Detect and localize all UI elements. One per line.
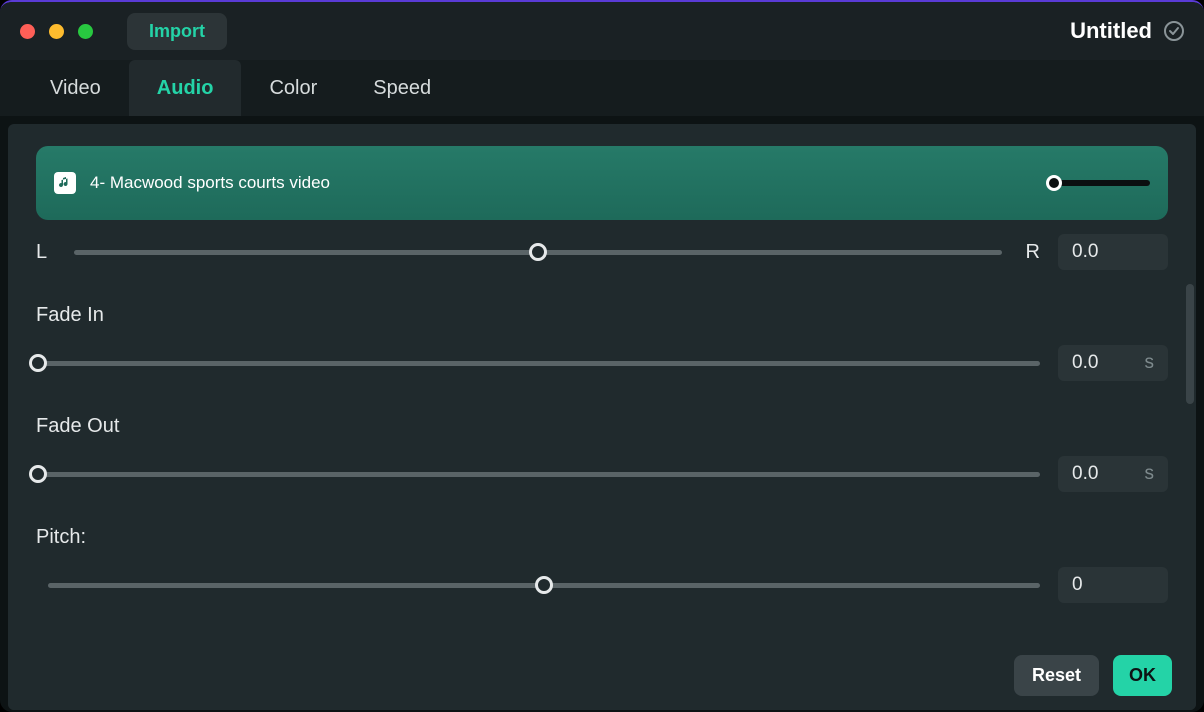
pitch-value: 0 xyxy=(1072,574,1083,596)
panel-footer: Reset OK xyxy=(8,640,1196,710)
minimize-window-button[interactable] xyxy=(49,24,64,39)
balance-value-field[interactable]: 0.0 xyxy=(1058,234,1168,270)
balance-row: L R 0.0 xyxy=(36,234,1168,270)
fade-in-label: Fade In xyxy=(36,304,1168,327)
titlebar: Import Untitled xyxy=(0,2,1204,60)
document-title: Untitled xyxy=(1070,18,1152,44)
fade-in-slider[interactable] xyxy=(38,361,1040,366)
close-window-button[interactable] xyxy=(20,24,35,39)
pitch-value-field[interactable]: 0 xyxy=(1058,567,1168,603)
reset-button[interactable]: Reset xyxy=(1014,655,1099,696)
balance-value: 0.0 xyxy=(1072,241,1098,263)
import-button[interactable]: Import xyxy=(127,13,227,50)
title-right: Untitled xyxy=(1070,18,1184,44)
tab-speed[interactable]: Speed xyxy=(345,60,459,116)
audio-panel: 4- Macwood sports courts video L R 0.0 F… xyxy=(8,124,1196,710)
music-icon xyxy=(54,172,76,194)
fullscreen-window-button[interactable] xyxy=(78,24,93,39)
pitch-label: Pitch: xyxy=(36,526,1168,549)
fade-in-unit: s xyxy=(1145,352,1155,374)
app-window: Import Untitled Video Audio Color Speed … xyxy=(0,0,1204,712)
fade-out-label: Fade Out xyxy=(36,415,1168,438)
fade-out-value-field[interactable]: 0.0 s xyxy=(1058,456,1168,492)
clip-volume-thumb[interactable] xyxy=(1046,175,1062,191)
window-controls xyxy=(20,24,93,39)
scrollbar-thumb[interactable] xyxy=(1186,284,1194,404)
saved-status-icon xyxy=(1164,21,1184,41)
balance-left-label: L xyxy=(36,241,56,264)
balance-slider-thumb[interactable] xyxy=(529,243,547,261)
audio-clip-card[interactable]: 4- Macwood sports courts video xyxy=(36,146,1168,220)
fade-out-slider[interactable] xyxy=(38,472,1040,477)
clip-volume-slider[interactable] xyxy=(1050,180,1150,186)
fade-out-value: 0.0 xyxy=(1072,463,1098,485)
tab-color[interactable]: Color xyxy=(241,60,345,116)
fade-in-row: 0.0 s xyxy=(36,345,1168,381)
audio-clip-name: 4- Macwood sports courts video xyxy=(90,173,330,193)
pitch-slider-thumb[interactable] xyxy=(535,576,553,594)
balance-slider[interactable] xyxy=(74,250,1002,255)
pitch-slider[interactable] xyxy=(48,583,1040,588)
fade-in-value-field[interactable]: 0.0 s xyxy=(1058,345,1168,381)
fade-in-slider-thumb[interactable] xyxy=(29,354,47,372)
tab-audio[interactable]: Audio xyxy=(129,60,242,116)
fade-out-slider-thumb[interactable] xyxy=(29,465,47,483)
balance-right-label: R xyxy=(1020,241,1040,264)
fade-out-unit: s xyxy=(1145,463,1155,485)
tab-bar: Video Audio Color Speed xyxy=(0,60,1204,116)
pitch-row: 0 xyxy=(36,567,1168,603)
tab-video[interactable]: Video xyxy=(22,60,129,116)
fade-in-value: 0.0 xyxy=(1072,352,1098,374)
ok-button[interactable]: OK xyxy=(1113,655,1172,696)
fade-out-row: 0.0 s xyxy=(36,456,1168,492)
